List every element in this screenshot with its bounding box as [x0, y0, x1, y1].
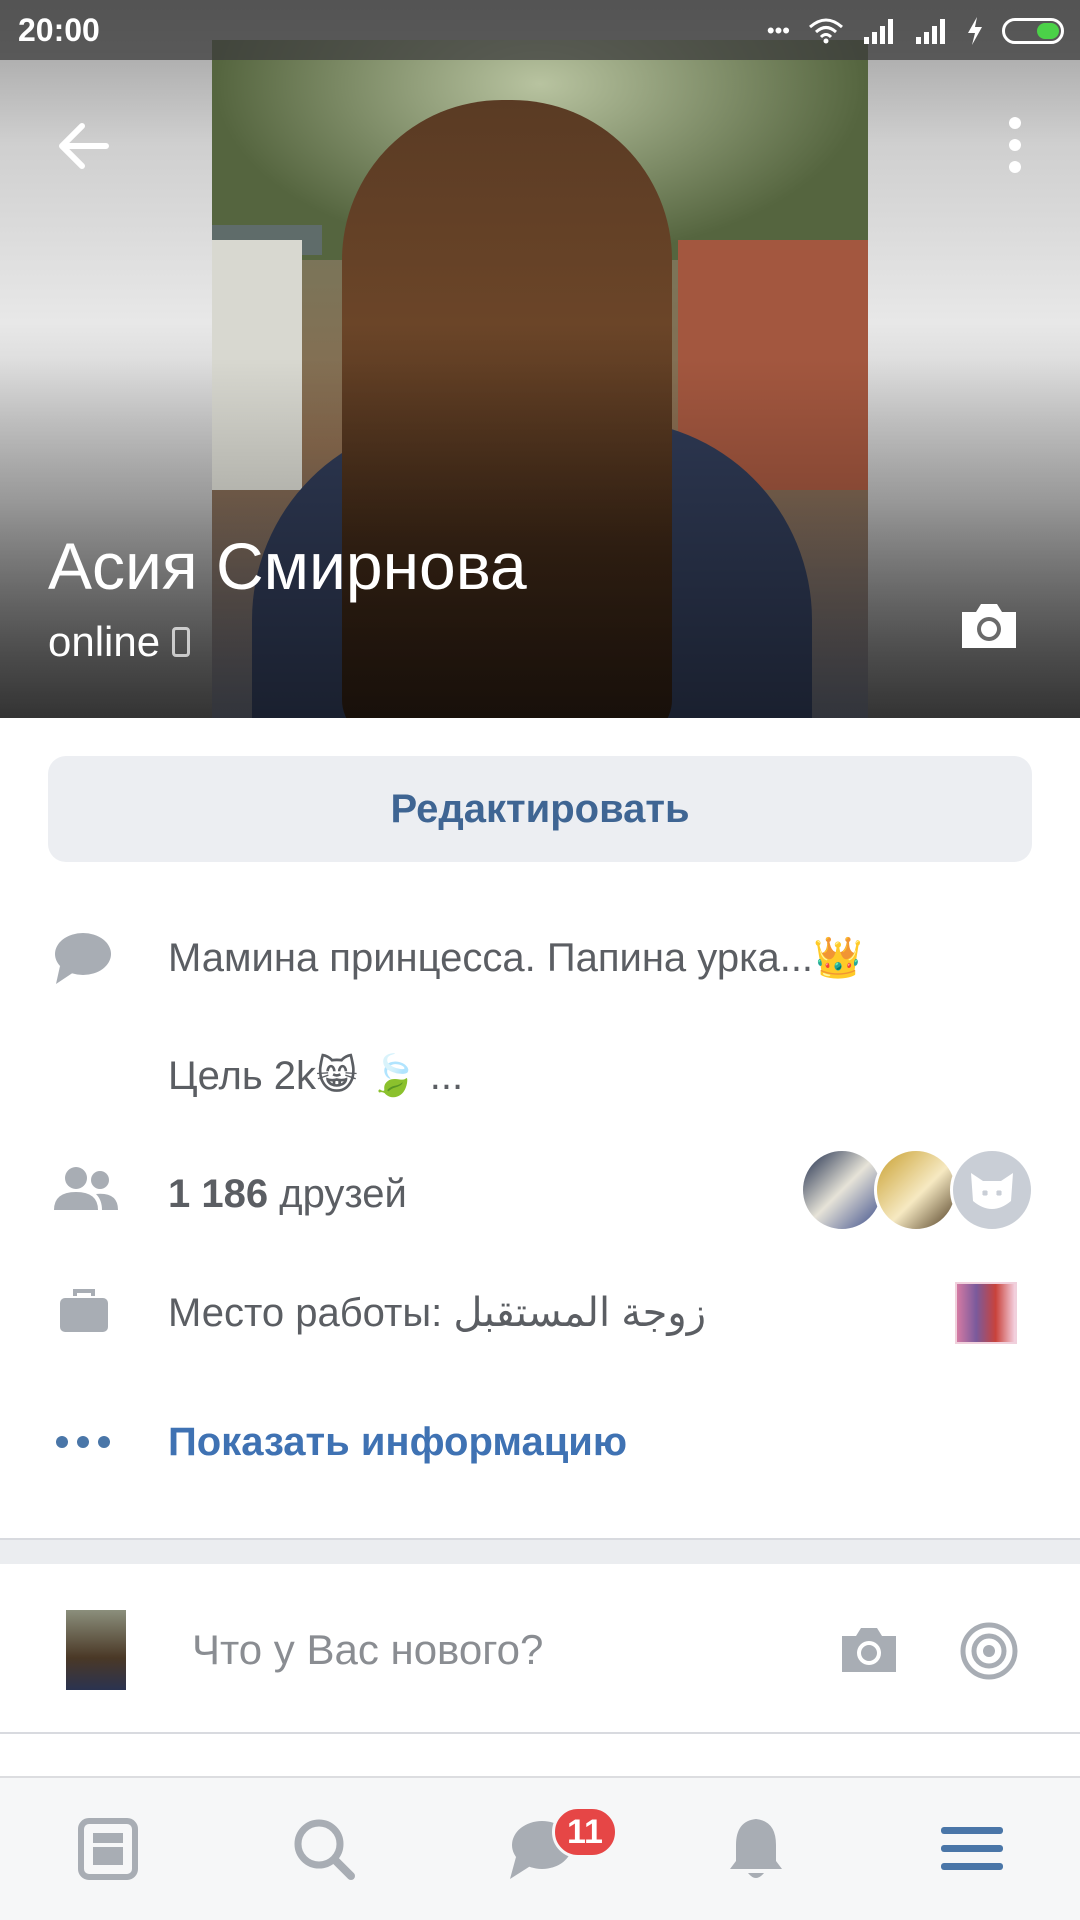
- profile-name: Асия Смирнова: [48, 529, 527, 603]
- section-divider: [0, 1538, 1080, 1564]
- camera-icon[interactable]: [958, 600, 1020, 652]
- tab-notifications[interactable]: [648, 1778, 864, 1920]
- work-thumbnail[interactable]: [955, 1282, 1017, 1344]
- work-text: Место работы: زوجة المستقبل: [168, 1290, 706, 1336]
- work-label: Место работы:: [168, 1291, 454, 1335]
- bio-line-1: Мамина принцесса. Папина урка...👑: [168, 936, 863, 980]
- camera-icon[interactable]: [838, 1624, 900, 1676]
- friend-avatar-deleted[interactable]: [950, 1148, 1034, 1232]
- notification-dots-icon: •••: [766, 18, 790, 43]
- signal-icon-2: [916, 19, 945, 44]
- mobile-phone-icon: [172, 627, 191, 657]
- tab-news[interactable]: [0, 1778, 216, 1920]
- edit-profile-button[interactable]: Редактировать: [48, 756, 1032, 862]
- profile-cover[interactable]: [0, 0, 1080, 718]
- friends-count: 1 186: [168, 1172, 269, 1216]
- friend-avatar-2[interactable]: [874, 1148, 958, 1232]
- friend-avatar-1[interactable]: [800, 1148, 884, 1232]
- work-row[interactable]: Место работы: زوجة المستقبل: [0, 1274, 1080, 1354]
- news-icon: [78, 1818, 138, 1880]
- bio-row: Мамина принцесса. Папина урка...👑 Цель 2…: [0, 920, 1080, 1098]
- friends-avatars[interactable]: [800, 1148, 1034, 1232]
- wifi-icon: [809, 18, 843, 44]
- tab-menu[interactable]: [864, 1778, 1080, 1920]
- show-info-link[interactable]: Показать информацию: [168, 1420, 627, 1465]
- battery-icon: [1002, 18, 1064, 44]
- new-post-composer[interactable]: Что у Вас нового?: [0, 1564, 1080, 1734]
- notifications-icon: [730, 1819, 782, 1878]
- more-horizontal-icon: [56, 1436, 110, 1448]
- online-status: online: [48, 618, 191, 666]
- target-icon[interactable]: [960, 1622, 1018, 1680]
- speech-bubble-icon: [55, 933, 111, 984]
- dog-placeholder-icon: [971, 1173, 1013, 1209]
- status-bar: 20:00 •••: [0, 0, 1080, 60]
- more-vertical-icon[interactable]: [1000, 115, 1030, 175]
- back-arrow-icon[interactable]: [56, 118, 112, 174]
- status-time: 20:00: [18, 12, 100, 48]
- signal-icon: [864, 19, 893, 44]
- charging-icon: [968, 17, 982, 45]
- friends-icon: [54, 1167, 118, 1210]
- friends-count-text: 1 186 друзей: [168, 1172, 407, 1217]
- menu-icon: [941, 1827, 1003, 1870]
- search-icon: [294, 1819, 355, 1880]
- briefcase-icon: [60, 1289, 108, 1332]
- new-post-input[interactable]: Что у Вас нового?: [192, 1626, 543, 1674]
- tab-search[interactable]: [216, 1778, 432, 1920]
- bottom-tab-bar: [0, 1776, 1080, 1920]
- avatar: [66, 1610, 126, 1690]
- friends-label: друзей: [268, 1172, 407, 1216]
- online-status-text: online: [48, 618, 161, 665]
- messages-badge: 11: [552, 1806, 618, 1858]
- bio-line-2: Цель 2k😸 🍃 ...: [168, 1054, 464, 1098]
- work-value: زوجة المستقبل: [453, 1291, 707, 1335]
- tab-messages[interactable]: [432, 1778, 648, 1920]
